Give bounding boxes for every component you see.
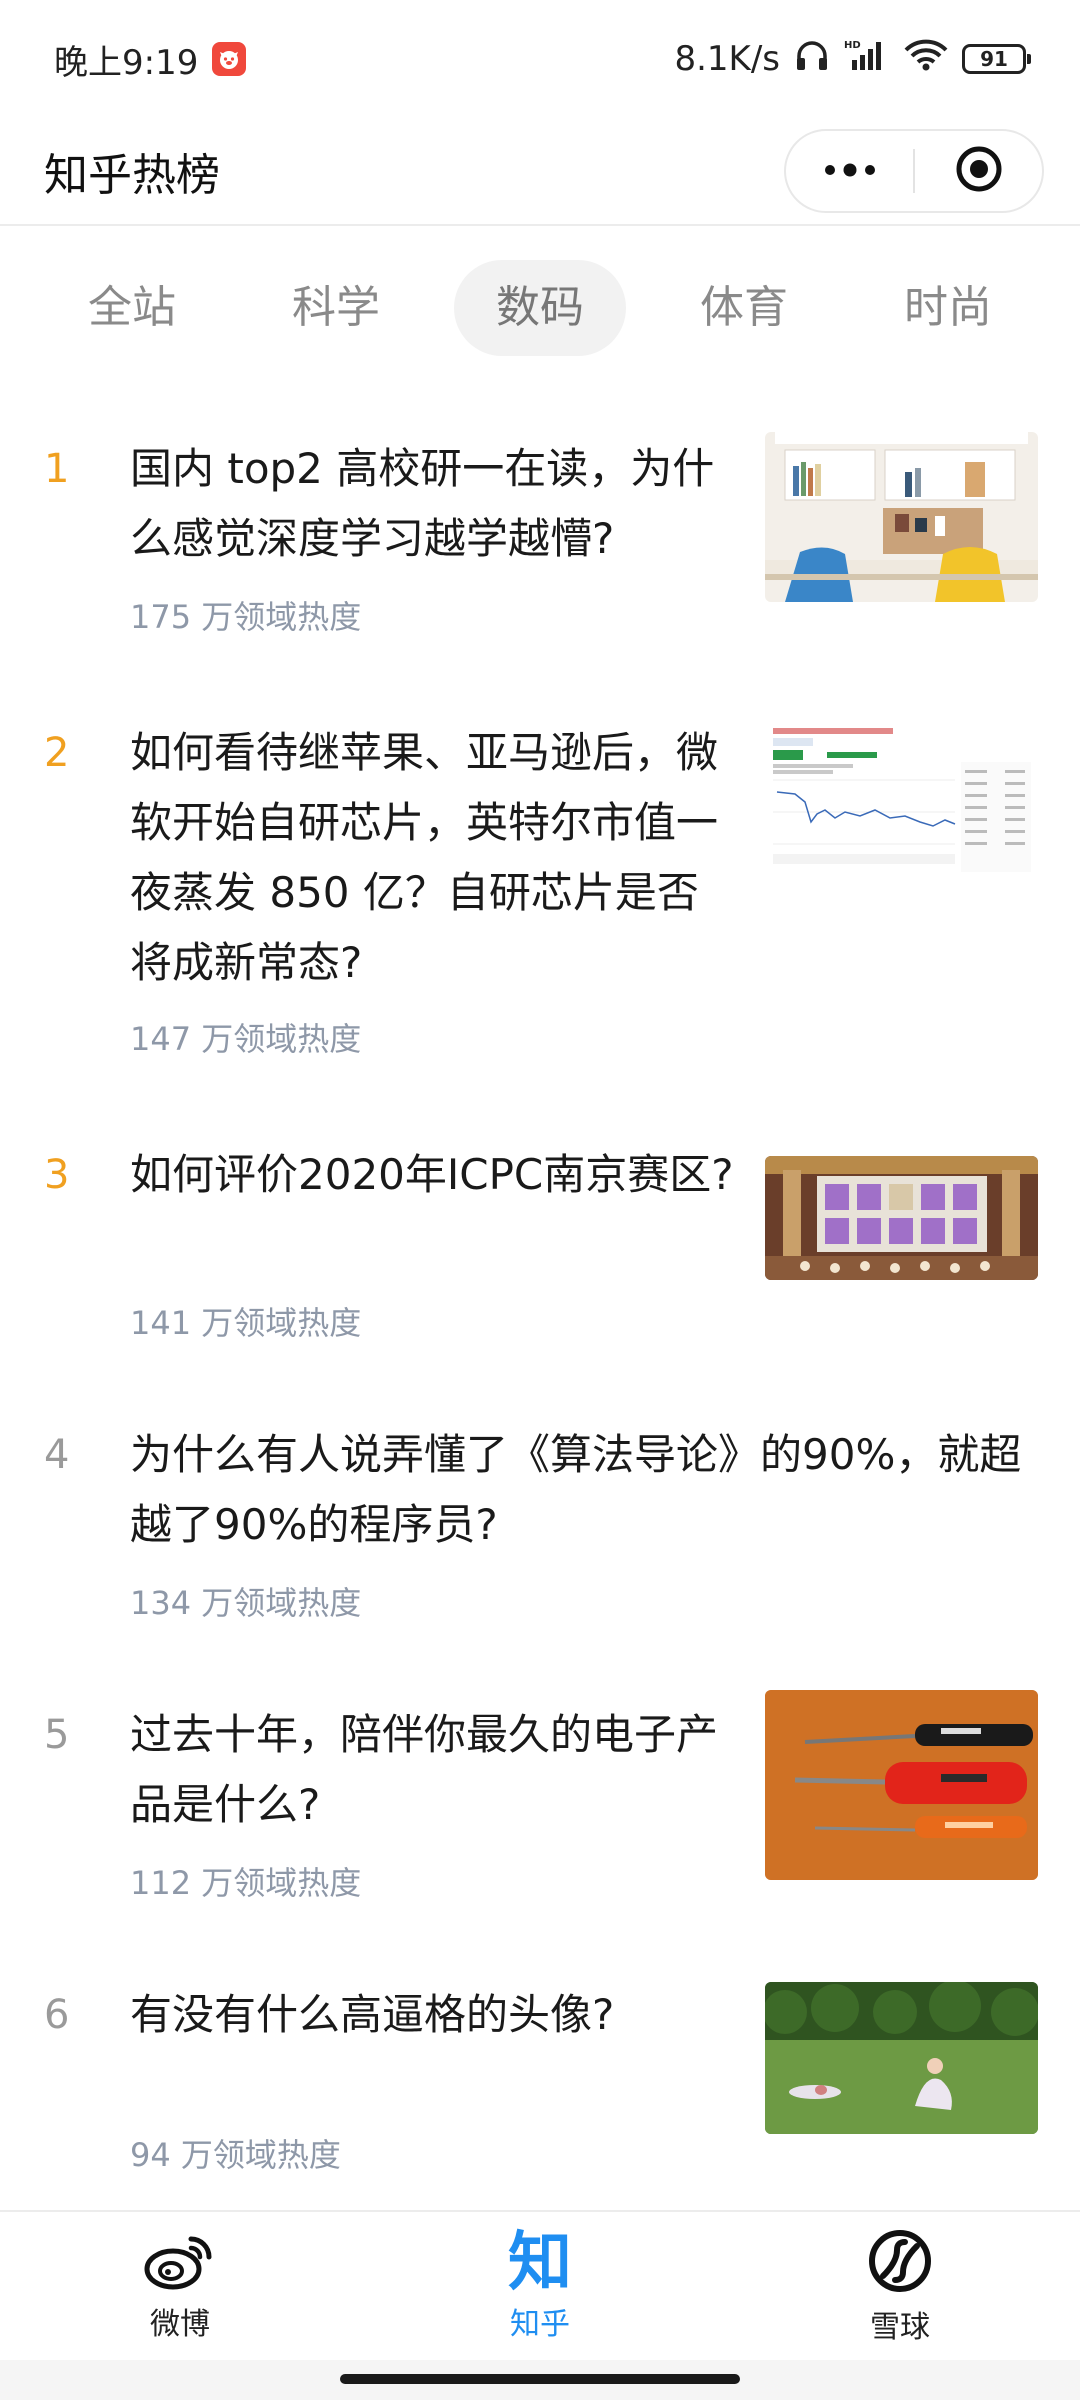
item-title: 如何看待继苹果、亚马逊后，微软开始自研芯片，英特尔市值一夜蒸发 850 亿？自研… [130,728,719,987]
xueqiu-icon [867,2228,933,2298]
item-heat: 147 万领域热度 [130,1020,362,1058]
nav-xueqiu[interactable]: 雪球 [720,2212,1080,2362]
nav-label: 知乎 [510,2307,570,2342]
hd-signal-icon: HD [844,38,890,81]
mini-program-capsule [784,129,1044,213]
item-title: 有没有什么高逼格的头像? [130,1990,615,2039]
item-rank: 3 [44,1152,70,1198]
app-notification-icon [212,42,247,76]
item-title: 国内 top2 高校研一在读，为什么感觉深度学习越学越懵? [130,444,715,563]
item-title: 过去十年，陪伴你最久的电子产品是什么? [130,1710,719,1829]
target-circle-icon [954,144,1004,198]
list-item[interactable]: 5 过去十年，陪伴你最久的电子产品是什么? 112 万领域热度 [0,1690,1080,1920]
nav-label: 微博 [150,2307,210,2342]
item-heat: 175 万领域热度 [130,598,362,636]
item-heat: 134 万领域热度 [130,1584,362,1622]
list-item[interactable]: 1 国内 top2 高校研一在读，为什么感觉深度学习越学越懵? 175 万领域热… [0,424,1080,654]
zhihu-icon: 知 [508,2226,572,2300]
network-speed: 8.1K/s [674,39,780,79]
item-thumbnail [765,1156,1038,1280]
item-thumbnail [765,1690,1038,1880]
nav-weibo[interactable]: 微博 [0,2212,360,2362]
tab-science[interactable]: 科学 [250,260,422,356]
svg-text:HD: HD [844,40,861,51]
item-heat: 94 万领域热度 [130,2136,341,2174]
headphones-icon [794,38,830,81]
item-rank: 6 [44,1992,70,2038]
battery-icon: 91 [962,44,1031,74]
zhihu-hot-list-page: 晚上9:19 8.1K/s HD 91 知乎热榜 全站 科学 数码 体育 时尚 … [0,0,1080,2400]
item-heat: 112 万领域热度 [130,1864,362,1902]
item-rank: 4 [44,1432,70,1478]
nav-zhihu[interactable]: 知 知乎 [360,2212,720,2362]
list-item[interactable]: 2 如何看待继苹果、亚马逊后，微软开始自研芯片，英特尔市值一夜蒸发 850 亿？… [0,708,1080,1078]
wifi-icon [904,38,948,81]
item-title: 如何评价2020年ICPC南京赛区? [130,1150,734,1199]
item-rank: 5 [44,1712,70,1758]
home-indicator[interactable] [340,2374,740,2384]
list-item[interactable]: 3 如何评价2020年ICPC南京赛区? 141 万领域热度 [0,1130,1080,1360]
item-thumbnail [765,432,1038,602]
tab-sports[interactable]: 体育 [658,260,830,356]
item-thumbnail [765,722,1038,880]
mini-program-header: 知乎热榜 [0,118,1080,226]
list-item[interactable]: 4 为什么有人说弄懂了《算法导论》的90%，就超越了90%的程序员? 134 万… [0,1410,1080,1640]
list-item[interactable]: 6 有没有什么高逼格的头像? 94 万领域热度 [0,1970,1080,2200]
weibo-icon [143,2231,217,2295]
item-rank: 1 [44,446,70,492]
item-thumbnail [765,1982,1038,2134]
page-title: 知乎热榜 [44,150,220,201]
category-tabs: 全站 科学 数码 体育 时尚 [0,258,1080,358]
more-dots-icon [823,162,877,181]
item-rank: 2 [44,730,70,776]
tab-digital[interactable]: 数码 [454,260,626,356]
status-bar: 晚上9:19 8.1K/s HD 91 [0,0,1080,118]
status-time: 晚上9:19 [54,42,199,83]
more-button[interactable] [786,131,913,211]
close-mini-program-button[interactable] [915,131,1042,211]
item-title: 为什么有人说弄懂了《算法导论》的90%，就超越了90%的程序员? [130,1430,1022,1549]
tab-all[interactable]: 全站 [46,260,218,356]
bottom-navigation: 微博 知 知乎 雪球 [0,2210,1080,2362]
nav-label: 雪球 [870,2310,930,2345]
item-heat: 141 万领域热度 [130,1304,362,1342]
tab-fashion[interactable]: 时尚 [862,260,1034,356]
